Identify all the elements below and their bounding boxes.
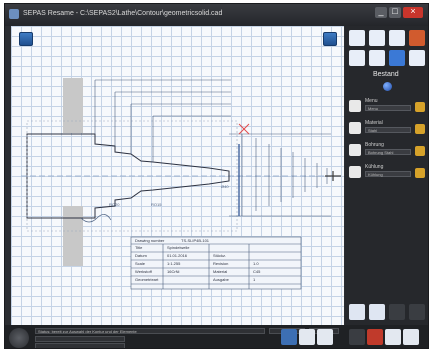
- drawing-number-value: TS-SLIP4B-101: [181, 238, 210, 243]
- tb-cell: Revision: [213, 261, 229, 266]
- eraser-icon[interactable]: [349, 329, 365, 345]
- export-icon[interactable]: [389, 30, 405, 46]
- gear-icon[interactable]: [9, 328, 29, 348]
- command-bar: Status: bereit zur Auswahl der Kontur un…: [5, 325, 428, 348]
- save-icon[interactable]: [389, 50, 405, 66]
- tool-icon[interactable]: [409, 30, 425, 46]
- tb-cell: Scale: [135, 261, 146, 266]
- tb-cell: Spindelwelle: [167, 245, 190, 250]
- dim-label-right: Ø40: [221, 184, 229, 189]
- material-field[interactable]: Stahl: [365, 127, 411, 133]
- dimension-lines: [229, 133, 331, 217]
- properties-panel: Bestand Menu Menu Material Stahl Bohrung…: [345, 26, 428, 325]
- tb-cell: Stückz.: [213, 253, 227, 258]
- chuck-jaw-bottom: [63, 206, 83, 266]
- status-input[interactable]: Status: bereit zur Auswahl der Kontur un…: [35, 328, 265, 334]
- slash-icon[interactable]: [409, 304, 425, 320]
- window-title: SEPAS Resame - C:\SEPAS2\Lathe\Contour\g…: [23, 10, 223, 17]
- title-bar[interactable]: SEPAS Resame - C:\SEPAS2\Lathe\Contour\g…: [5, 4, 428, 26]
- curve-icon[interactable]: [369, 30, 385, 46]
- drawing-number-label: Drawing number: [135, 238, 165, 243]
- menu-button[interactable]: [415, 102, 425, 112]
- origin-marker: [238, 123, 250, 135]
- drawing-canvas[interactable]: Drawing number TS-SLIP4B-101 Title Spind…: [11, 26, 344, 325]
- pointer-icon[interactable]: [281, 329, 297, 345]
- close-button[interactable]: ×: [403, 6, 423, 18]
- folder-icon: [349, 100, 361, 112]
- bohrung-button[interactable]: [415, 146, 425, 156]
- stop-icon[interactable]: [317, 329, 333, 345]
- menu-field[interactable]: Menu: [365, 105, 411, 111]
- layers-icon[interactable]: [409, 50, 425, 66]
- tb-cell: 1: [253, 277, 256, 282]
- slash-icon[interactable]: [389, 304, 405, 320]
- section-title: Bestand: [373, 71, 399, 78]
- hole-icon: [349, 144, 361, 156]
- tb-cell: Datum: [135, 253, 147, 258]
- maximize-button[interactable]: □: [389, 6, 401, 18]
- tb-cell: 16CrNi: [167, 269, 180, 274]
- record-icon[interactable]: [299, 329, 315, 345]
- tb-cell: Material: [213, 269, 228, 274]
- material-button[interactable]: [415, 124, 425, 134]
- file-icon: [349, 122, 361, 134]
- tb-cell: Ausgabe: [213, 277, 229, 282]
- tb-cell: Werkstoff: [135, 269, 152, 274]
- tb-cell: Title: [135, 245, 143, 250]
- spray-icon: [349, 166, 361, 178]
- tb-cell: 1.0: [253, 261, 259, 266]
- app-icon: [9, 9, 19, 19]
- exit-icon[interactable]: [403, 329, 419, 345]
- red-window-icon[interactable]: [367, 329, 383, 345]
- view-icon[interactable]: [349, 304, 365, 320]
- print-icon[interactable]: [369, 304, 385, 320]
- document-icon[interactable]: [349, 30, 365, 46]
- app-window: SEPAS Resame - C:\SEPAS2\Lathe\Contour\g…: [4, 3, 429, 349]
- tb-cell: C45: [253, 269, 261, 274]
- status-ball-icon: [383, 82, 392, 91]
- minimize-button[interactable]: _: [375, 6, 387, 18]
- settings-icon[interactable]: [349, 50, 365, 66]
- kuehlung-button[interactable]: [415, 168, 425, 178]
- grid-icon[interactable]: [369, 50, 385, 66]
- cad-drawing[interactable]: [11, 26, 344, 325]
- tb-cell: 1:1.255: [167, 261, 181, 266]
- copy-icon[interactable]: [385, 329, 401, 345]
- chuck-jaw-top: [63, 78, 83, 133]
- command-input[interactable]: [35, 336, 125, 342]
- bohrung-field[interactable]: Bohrung Stahl: [365, 149, 411, 155]
- tb-cell: 01.01.2016: [167, 253, 188, 258]
- kuehlung-field[interactable]: Kühlung: [365, 171, 411, 177]
- tb-cell: Geometrieart: [135, 277, 159, 282]
- command-input-2[interactable]: [35, 343, 125, 348]
- dim-label-left: RO20: [109, 202, 120, 207]
- dim-label-mid: RO15: [151, 202, 162, 207]
